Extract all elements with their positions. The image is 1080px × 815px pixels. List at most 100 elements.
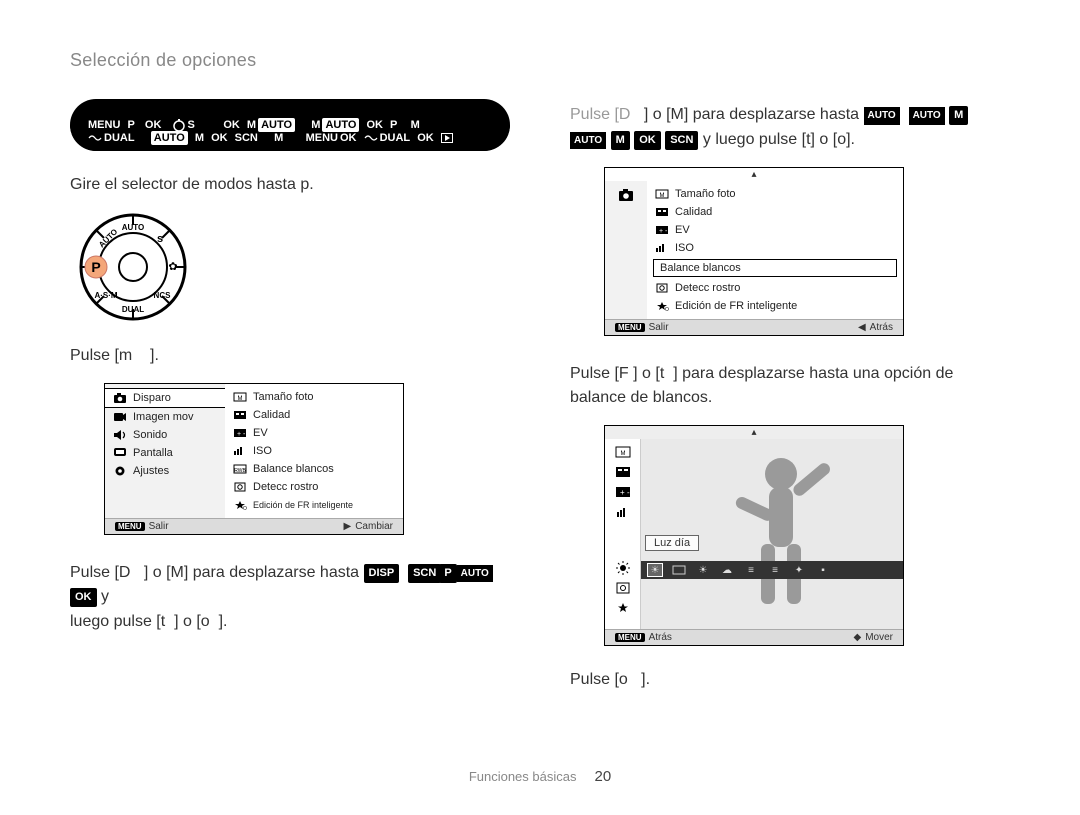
wb-opt-daylight-icon[interactable]: ☀ xyxy=(647,563,663,577)
wb-option-strip[interactable]: ☀ ☀ ☁ ≡ ≡ ✦ ▪ xyxy=(641,561,903,579)
svg-text:+: + xyxy=(237,431,241,438)
menu2-right-item-selected[interactable]: Balance blancos xyxy=(653,259,897,277)
menu1-right-item[interactable]: OFFEdición de FR inteligente xyxy=(225,496,403,514)
star-off-icon: OFF xyxy=(233,499,247,511)
menu1-right-item[interactable]: Calidad xyxy=(225,406,403,424)
menu1-left-panel: Disparo Imagen mov Sonido xyxy=(105,384,225,518)
svg-text:NCS: NCS xyxy=(154,291,172,300)
menu2-footer: MENU Salir ◀ Atrás xyxy=(605,319,903,335)
menu1-left-item-pantalla[interactable]: Pantalla xyxy=(105,444,225,462)
scroll-up-icon: ▴ xyxy=(605,168,903,181)
iso-icon xyxy=(614,505,632,519)
wb-opt-auto-icon[interactable] xyxy=(671,563,687,577)
menu1-left-item-disparo[interactable]: Disparo xyxy=(105,388,225,408)
arrow-right-icon: ▶ xyxy=(344,521,352,532)
menu1-right-panel: MTamaño foto Calidad +-EV ISO RWBBalance… xyxy=(225,384,403,518)
page-footer: Funciones básicas20 xyxy=(0,768,1080,785)
svg-text:OFF: OFF xyxy=(243,506,247,510)
menu2-right-item[interactable]: OFFEdición de FR inteligente xyxy=(647,297,903,315)
menu1-left-item-ajustes[interactable]: Ajustes xyxy=(105,462,225,480)
wb-opt-custom-icon[interactable]: ▪ xyxy=(815,563,831,577)
face-icon xyxy=(614,581,632,595)
menu1-left-item-sonido[interactable]: Sonido xyxy=(105,426,225,444)
menu1-left-label: Imagen mov xyxy=(133,411,194,423)
mode-dial: P AUTO s ✿ NCS DUAL A·S·M AUTO xyxy=(78,212,188,322)
face-icon xyxy=(233,481,247,493)
video-icon xyxy=(113,411,127,423)
svg-text:AUTO: AUTO xyxy=(122,223,145,232)
wb-iconcol: M +- xyxy=(605,439,641,629)
size-icon: M xyxy=(655,188,669,200)
menu-screenshot-1: Disparo Imagen mov Sonido xyxy=(104,383,404,535)
camera-icon xyxy=(113,392,127,404)
svg-text:+: + xyxy=(659,228,663,235)
sun-icon xyxy=(614,561,632,575)
wb-opt-sun-icon[interactable]: ☀ xyxy=(695,563,711,577)
size-icon: M xyxy=(233,391,247,403)
svg-text:M: M xyxy=(660,193,665,199)
menu2-right-item[interactable]: MTamaño foto xyxy=(647,185,903,203)
star-off-icon xyxy=(614,601,632,615)
timer-icon xyxy=(172,118,186,132)
menu2-right-item[interactable]: Calidad xyxy=(647,203,903,221)
right-column: Pulse [D ] o [M] para desplazarse hasta … xyxy=(570,99,1010,707)
menu-label-icon: MENU xyxy=(615,323,645,332)
svg-text:s: s xyxy=(157,233,163,245)
wb-opt-cloud-icon[interactable]: ☁ xyxy=(719,563,735,577)
svg-text:M: M xyxy=(238,396,243,402)
ev-icon: +- xyxy=(614,485,632,499)
ev-icon: +- xyxy=(655,224,669,236)
step4-text: Pulse [D ] o [M] para desplazarse hasta … xyxy=(570,103,1010,153)
svg-text:P: P xyxy=(91,259,100,275)
face-icon xyxy=(655,282,669,294)
play-icon xyxy=(441,133,453,143)
left-cat-icon[interactable] xyxy=(605,185,647,205)
iso-icon xyxy=(233,445,247,457)
svg-text:+: + xyxy=(620,488,625,497)
menu2-right-item[interactable]: ISO xyxy=(647,239,903,257)
wb-opt-fluor-h-icon[interactable]: ≡ xyxy=(743,563,759,577)
step2-text: Pulse [m ]. xyxy=(70,344,510,369)
ev-icon: +- xyxy=(233,427,247,439)
svg-text:DUAL: DUAL xyxy=(122,305,144,314)
menu1-right-item[interactable]: +-EV xyxy=(225,424,403,442)
menu2-left-iconcol xyxy=(605,181,647,319)
svg-text:✿: ✿ xyxy=(168,261,177,273)
sound-icon xyxy=(113,429,127,441)
menu1-right-item[interactable]: Detecc rostro xyxy=(225,478,403,496)
iso-icon xyxy=(655,242,669,254)
wb-preview-area: Luz día ☀ ☀ ☁ ≡ ≡ ✦ ▪ xyxy=(641,439,903,629)
menu2-right-item[interactable]: +-EV xyxy=(647,221,903,239)
wb-selected-label: Luz día xyxy=(645,535,699,551)
svg-text:-: - xyxy=(627,488,630,497)
gear-icon xyxy=(113,465,127,477)
step1-text: Gire el selector de modos hasta p. xyxy=(70,173,510,198)
dual-icon-2 xyxy=(364,133,378,143)
menu1-right-item[interactable]: MTamaño foto xyxy=(225,388,403,406)
menu1-left-label: Disparo xyxy=(133,392,171,404)
menu2-right-panel: MTamaño foto Calidad +-EV ISO Balance bl… xyxy=(647,181,903,319)
step3-text: Pulse [D ] o [M] para desplazarse hasta … xyxy=(70,561,510,635)
wb-opt-tungsten-icon[interactable]: ✦ xyxy=(791,563,807,577)
menu1-right-item[interactable]: RWBBalance blancos xyxy=(225,460,403,478)
menu1-right-item[interactable]: ISO xyxy=(225,442,403,460)
wb-opt-fluor-l-icon[interactable]: ≡ xyxy=(767,563,783,577)
quality-icon xyxy=(233,409,247,421)
display-icon xyxy=(113,447,127,459)
menu1-footer: MENU Salir ▶ Cambiar xyxy=(105,518,403,534)
arrow-left-icon: ◀ xyxy=(858,322,866,333)
wb-screenshot: ▴ M +- xyxy=(604,425,904,646)
menu-label-icon: MENU xyxy=(615,633,645,642)
menu-screenshot-2: ▴ MTamaño foto Calidad +-EV ISO Balance … xyxy=(604,167,904,336)
svg-text:OFF: OFF xyxy=(665,307,669,311)
menu-label-icon: MENU xyxy=(115,522,145,531)
menu1-left-item-imagen[interactable]: Imagen mov xyxy=(105,408,225,426)
wb-icon: RWB xyxy=(233,463,247,475)
size-icon: M xyxy=(614,445,632,459)
quality-icon xyxy=(655,206,669,218)
menu2-right-item[interactable]: Detecc rostro xyxy=(647,279,903,297)
step6-text: Pulse [o ]. xyxy=(570,668,1010,693)
svg-text:RWB: RWB xyxy=(234,468,246,474)
menu1-left-label: Sonido xyxy=(133,429,167,441)
svg-text:M: M xyxy=(620,451,625,457)
